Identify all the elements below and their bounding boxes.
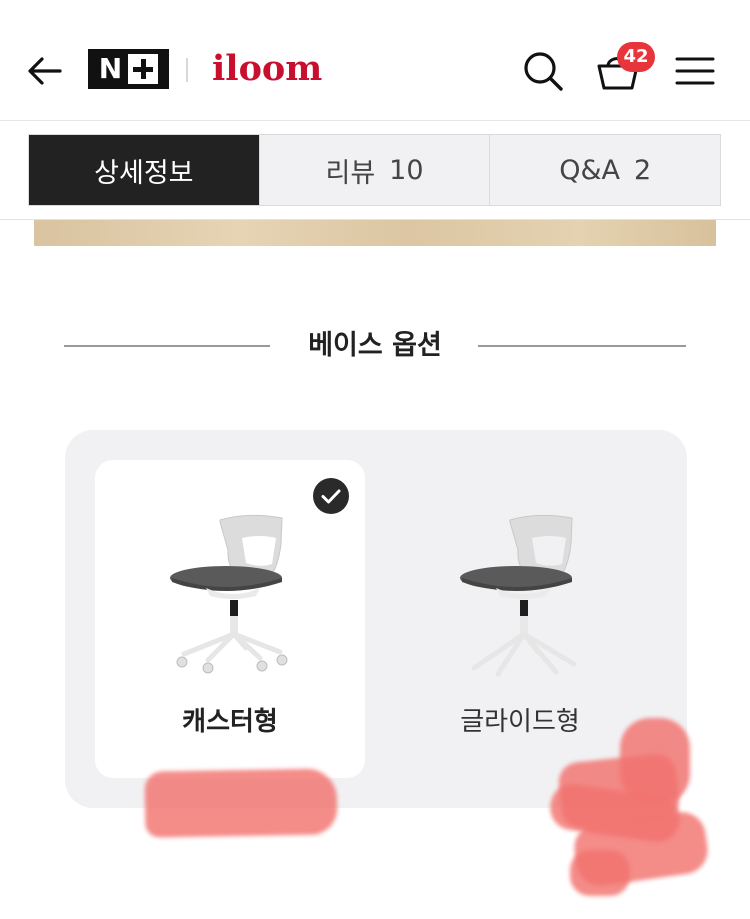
tab-label: 리뷰 [325,157,376,189]
tab-count: 2 [633,154,652,186]
naver-plus-logo[interactable]: N [88,49,169,89]
caster-chair-image [160,508,310,683]
top-header: N iloom 42 [0,0,750,120]
glide-chair-image [450,508,600,683]
marker-scribble [570,850,630,896]
logo-divider [186,58,188,82]
plus-icon [128,54,159,84]
product-detail-page: N iloom 42 상세정보 리뷰 10 Q&A 2 베이스 옵션 캐스터형 … [0,0,750,919]
hamburger-menu-icon [675,57,715,85]
back-button[interactable] [22,48,68,94]
tab-detail-info[interactable]: 상세정보 [29,135,259,205]
tab-reviews[interactable]: 리뷰 10 [258,135,490,205]
section-title: 베이스 옵션 [308,330,442,361]
selected-check-badge [313,478,349,514]
tab-label: 상세정보 [94,157,194,189]
naver-plus-letter: N [98,52,123,85]
option-caster-label: 캐스터형 [182,707,278,737]
marker-scribble [144,768,338,838]
check-icon [321,489,341,504]
tab-label: Q&A [559,154,620,186]
header-divider [0,120,750,121]
product-tabs: 상세정보 리뷰 10 Q&A 2 [28,134,721,206]
search-icon [524,52,563,91]
cart-count-badge: 42 [617,42,655,72]
option-glide-label: 글라이드형 [460,707,580,737]
tab-qna[interactable]: Q&A 2 [489,135,721,205]
menu-button[interactable] [672,48,718,94]
section-rule-left [64,345,270,347]
back-arrow-icon [28,57,62,85]
brand-logo[interactable]: iloom [212,46,322,92]
search-button[interactable] [520,48,566,94]
tab-count: 10 [389,154,424,186]
product-image-strip [34,220,716,246]
section-rule-right [478,345,686,347]
